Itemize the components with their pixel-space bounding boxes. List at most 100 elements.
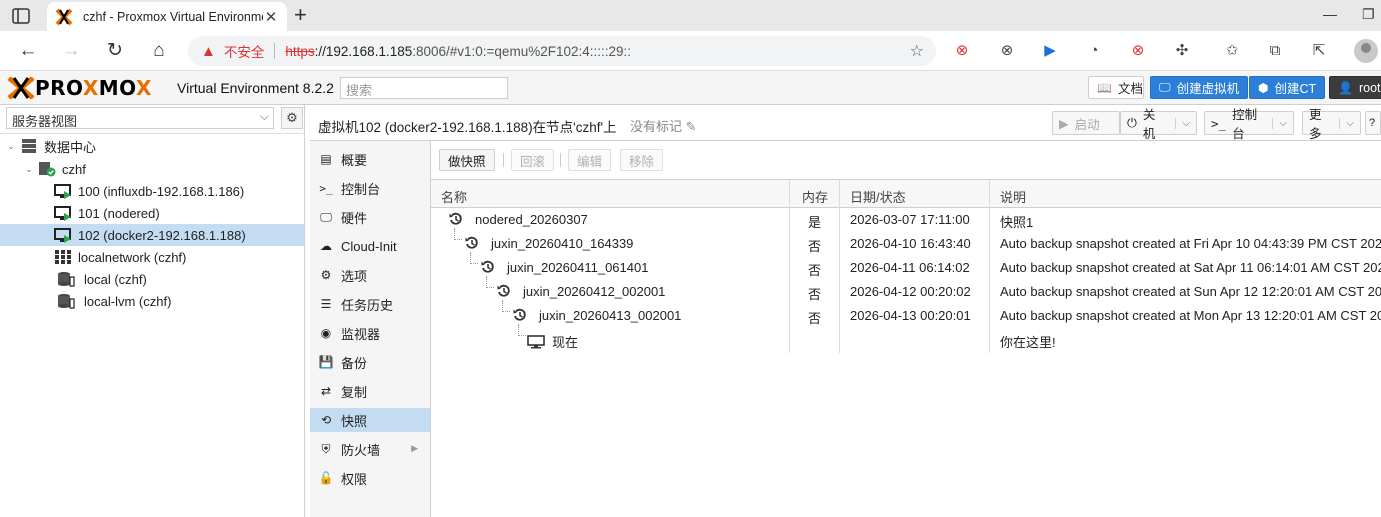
more-button[interactable]: 更多 ⌵: [1302, 108, 1361, 141]
menu-item-monitor[interactable]: ◉ 监视器: [310, 321, 430, 345]
rollback-button[interactable]: 回滚: [511, 149, 555, 171]
menu-item-firewall[interactable]: ⛨ 防火墙 ▶: [310, 437, 430, 461]
snapshot-history-icon: [449, 212, 462, 225]
proxmox-brand-text: PROXMOX: [35, 76, 152, 100]
create-ct-button[interactable]: ⬢ 创建CT: [1249, 76, 1326, 99]
forward-arrow-icon[interactable]: →: [59, 39, 83, 63]
column-header-name[interactable]: 名称: [441, 187, 467, 206]
snapshot-history-icon: [513, 308, 526, 321]
warning-triangle-icon[interactable]: ▲: [201, 43, 216, 60]
snapshot-row[interactable]: juxin_20260412_002001 否 2026-04-12 00:20…: [431, 276, 1381, 304]
collapse-toggle-icon[interactable]: ⌄: [24, 164, 34, 175]
shutdown-button[interactable]: ⏻ 关机 ⌵: [1120, 108, 1197, 141]
extension-red-icon[interactable]: ⊗: [951, 40, 973, 62]
docs-button[interactable]: 📖 文档: [1088, 76, 1144, 99]
options-gear-icon: ⚙: [320, 268, 332, 282]
tree-node-vm-101[interactable]: 101 (nodered): [0, 202, 304, 224]
share-icon[interactable]: ⇱: [1308, 40, 1330, 62]
toolbar-separator: [560, 153, 561, 167]
snapshot-name-cell: juxin_20260413_002001: [513, 308, 681, 323]
collapse-toggle-icon[interactable]: ⌄: [6, 141, 16, 152]
snapshot-history-icon: [481, 260, 494, 273]
tree-node-vm-100[interactable]: 100 (influxdb-192.168.1.186): [0, 180, 304, 202]
chevron-down-icon[interactable]: ⌵: [1175, 117, 1190, 129]
search-input[interactable]: 搜索: [340, 77, 508, 99]
browser-tab-active[interactable]: czhf - Proxmox Virtual Environment ✕: [47, 2, 287, 31]
home-icon[interactable]: ⌂: [147, 39, 171, 63]
extension-refresh-icon[interactable]: ◔: [1083, 40, 1105, 62]
remove-button[interactable]: 移除: [620, 149, 664, 171]
url-text[interactable]: https://192.168.1.185:8006/#v1:0:=qemu%2…: [285, 44, 631, 59]
menu-item-hardware[interactable]: 🖵 硬件: [310, 205, 430, 229]
tree-node-czhf[interactable]: ⌄ czhf: [0, 158, 304, 180]
tree-node-datacenter[interactable]: ⌄ 数据中心: [0, 135, 304, 157]
back-arrow-icon[interactable]: ←: [16, 39, 40, 63]
column-header-description[interactable]: 说明: [1000, 187, 1026, 206]
tree-connector: [470, 252, 478, 264]
toolbar-separator: [503, 153, 504, 167]
restore-icon[interactable]: ❐: [1362, 6, 1375, 23]
create-vm-button[interactable]: 🖵 创建虚拟机: [1150, 76, 1249, 99]
take-snapshot-button[interactable]: 做快照: [439, 149, 495, 171]
chevron-down-icon: ⌵: [259, 109, 269, 123]
menu-item-replication[interactable]: ⇄ 复制: [310, 379, 430, 403]
expand-arrow-icon[interactable]: ▶: [411, 443, 418, 454]
description-cell: 快照1: [1000, 215, 1034, 230]
insecure-label[interactable]: 不安全: [224, 41, 265, 61]
extension-gray-icon[interactable]: ⊗: [996, 40, 1018, 62]
snapshot-row[interactable]: juxin_20260413_002001 否 2026-04-13 00:20…: [431, 300, 1381, 328]
console-button[interactable]: >_ 控制台 ⌵: [1204, 108, 1294, 141]
tree-node-localnetwork[interactable]: localnetwork (czhf): [0, 246, 304, 268]
collections-icon[interactable]: ⧉: [1264, 40, 1286, 62]
view-selector[interactable]: 服务器视图 ⌵: [6, 107, 274, 129]
menu-item-console[interactable]: >_ 控制台: [310, 176, 430, 200]
tags-editor[interactable]: 没有标记 ✎: [630, 116, 697, 135]
extension-red2-icon[interactable]: ⊗: [1127, 40, 1149, 62]
chevron-down-icon[interactable]: ⌵: [1272, 117, 1287, 129]
snapshot-toolbar: 做快照 回滚 编辑 移除: [431, 141, 1381, 179]
snapshot-row-current[interactable]: 现在 你在这里!: [431, 324, 1381, 352]
proxmox-logo: PROXMOX: [7, 77, 152, 99]
snapshot-row[interactable]: juxin_20260410_164339 否 2026-04-10 16:43…: [431, 228, 1381, 256]
tree-node-vm-102[interactable]: 102 (docker2-192.168.1.188): [0, 224, 304, 246]
tab-close-icon[interactable]: ✕: [263, 8, 279, 26]
start-button[interactable]: ▶ 启动: [1052, 111, 1120, 135]
favorites-icon[interactable]: ✩: [1221, 40, 1243, 62]
new-tab-icon[interactable]: +: [294, 4, 307, 26]
profile-avatar[interactable]: [1354, 39, 1378, 63]
reload-icon[interactable]: ↻: [103, 39, 127, 63]
extensions-puzzle-icon[interactable]: ✣: [1171, 40, 1193, 62]
menu-item-backup[interactable]: 💾 备份: [310, 350, 430, 374]
edit-button[interactable]: 编辑: [568, 149, 612, 171]
play-icon: ▶: [1059, 116, 1069, 131]
storage-icon: [58, 272, 75, 287]
menu-item-task-history[interactable]: ☰ 任务历史: [310, 292, 430, 316]
add-favorite-star-icon[interactable]: ☆: [910, 41, 924, 61]
snapshot-row[interactable]: nodered_20260307 是 2026-03-07 17:11:00 快…: [431, 208, 1381, 232]
tab-actions-icon[interactable]: [10, 6, 32, 26]
menu-item-permissions[interactable]: 🔓 权限: [310, 466, 430, 490]
column-header-date[interactable]: 日期/状态: [850, 187, 906, 206]
snapshot-row[interactable]: juxin_20260411_061401 否 2026-04-11 06:14…: [431, 252, 1381, 280]
column-header-ram[interactable]: 内存: [802, 187, 828, 206]
task-history-icon: ☰: [320, 297, 332, 311]
menu-item-summary[interactable]: ▤ 概要: [310, 147, 430, 171]
book-icon: 📖: [1097, 80, 1112, 95]
tree-divider: [0, 133, 305, 134]
address-bar[interactable]: ▲ 不安全 https://192.168.1.185:8006/#v1:0:=…: [188, 36, 936, 66]
user-menu-button[interactable]: 👤root@: [1329, 76, 1381, 99]
date-cell: 2026-03-07 17:11:00: [850, 212, 970, 227]
menu-item-cloud-init[interactable]: ☁ Cloud-Init: [310, 234, 430, 258]
help-icon[interactable]: ?: [1365, 111, 1381, 135]
ram-cell: 否: [808, 239, 822, 254]
chevron-down-icon[interactable]: ⌵: [1339, 117, 1354, 129]
menu-item-options[interactable]: ⚙ 选项: [310, 263, 430, 287]
menu-item-snapshot[interactable]: ⟲ 快照: [310, 408, 430, 432]
minimize-icon[interactable]: —: [1323, 6, 1337, 22]
tree-node-storage-local[interactable]: local (czhf): [0, 268, 304, 290]
pencil-icon[interactable]: ✎: [686, 119, 697, 134]
tree-node-storage-local-lvm[interactable]: local-lvm (czhf): [0, 290, 304, 312]
extension-play-icon[interactable]: ▶: [1039, 40, 1061, 62]
tree-settings-gear-icon[interactable]: ⚙: [281, 107, 303, 129]
desktop-monitor-icon: [527, 335, 545, 349]
